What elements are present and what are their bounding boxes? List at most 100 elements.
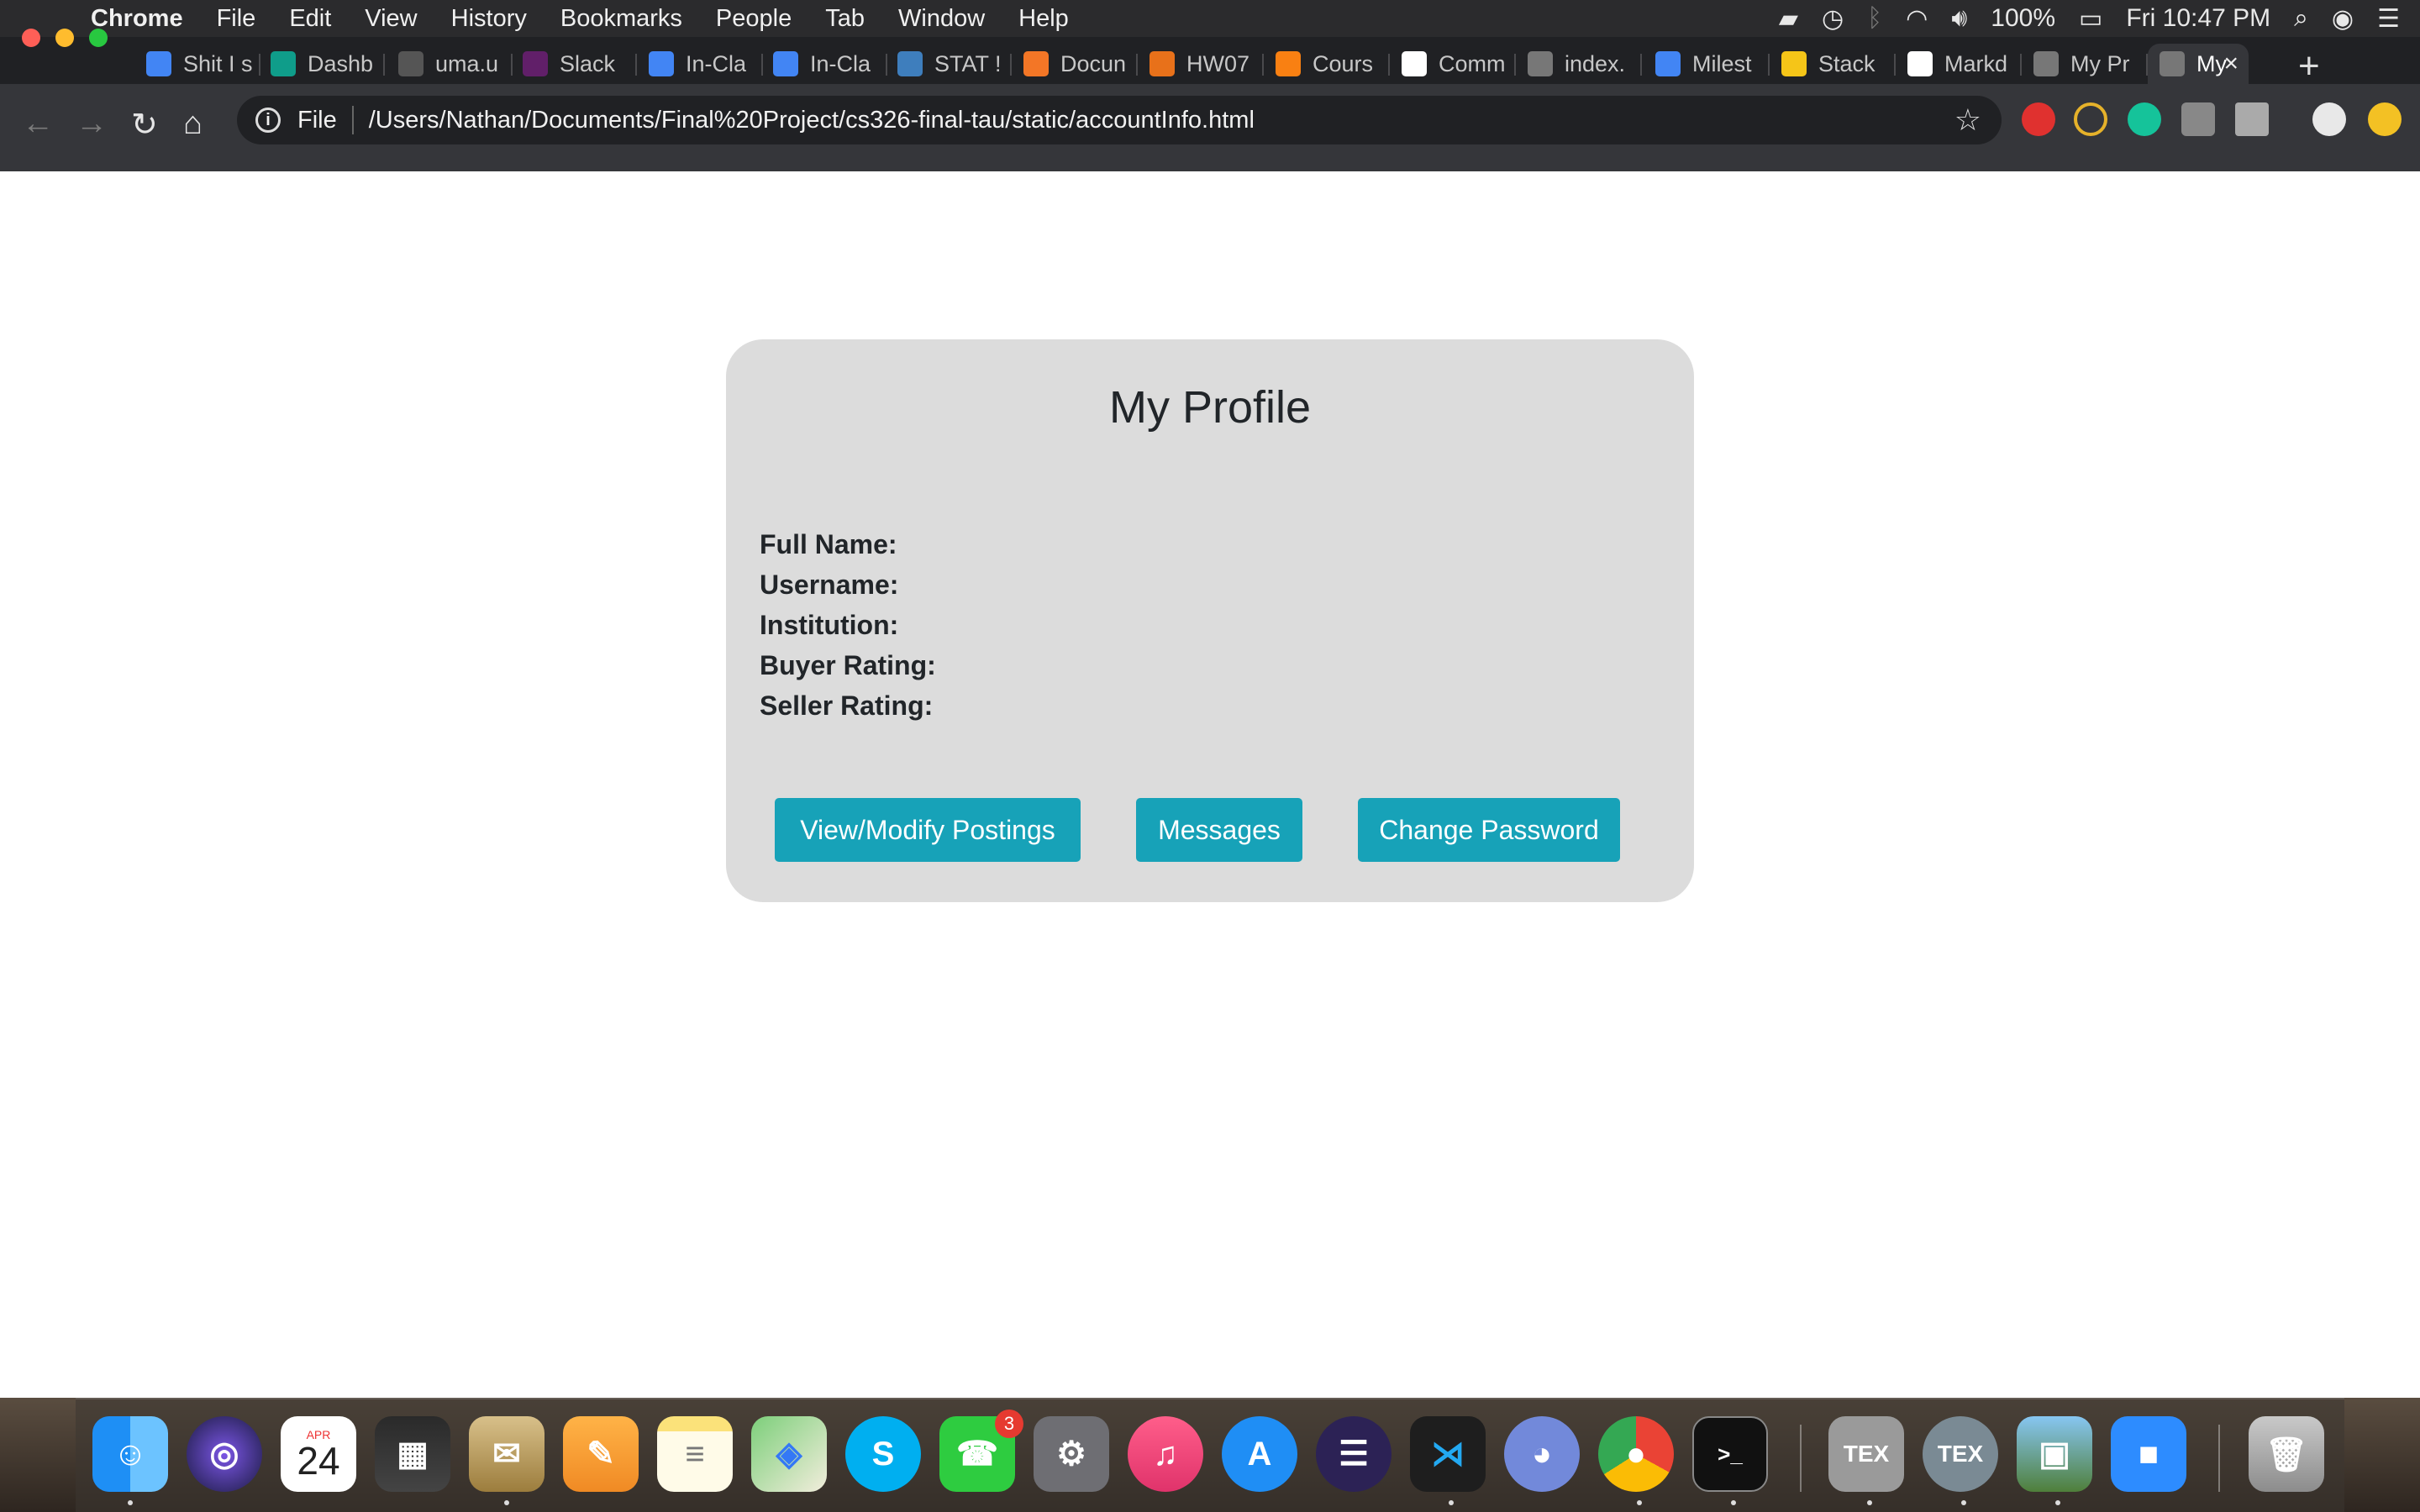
tab-label: Dashb bbox=[308, 50, 374, 76]
running-indicator bbox=[2055, 1500, 2060, 1505]
siri-icon[interactable]: ◉ bbox=[2332, 4, 2354, 34]
skype-icon[interactable]: S bbox=[845, 1416, 921, 1492]
browser-tab[interactable]: Shit I s bbox=[134, 44, 260, 84]
menu-edit[interactable]: Edit bbox=[289, 5, 331, 33]
menu-tab[interactable]: Tab bbox=[825, 5, 865, 33]
tab-separator bbox=[383, 54, 385, 76]
texmaker-icon[interactable]: TEX bbox=[1828, 1416, 1904, 1492]
browser-tab[interactable]: HW07 bbox=[1138, 44, 1264, 84]
pages-icon[interactable]: ✎ bbox=[563, 1416, 639, 1492]
messages-button[interactable]: Messages bbox=[1136, 798, 1302, 862]
zoom-icon[interactable]: ■ bbox=[2111, 1416, 2186, 1492]
itunes-icon[interactable]: ♫ bbox=[1128, 1416, 1203, 1492]
close-window-button[interactable] bbox=[22, 29, 40, 47]
menu-help[interactable]: Help bbox=[1018, 5, 1069, 33]
honey-extension-icon[interactable] bbox=[2074, 102, 2107, 136]
minimize-window-button[interactable] bbox=[55, 29, 74, 47]
browser-tab[interactable]: uma.u bbox=[387, 44, 513, 84]
globe-icon bbox=[1528, 51, 1553, 76]
finder-icon[interactable]: ☺ bbox=[92, 1416, 168, 1492]
close-tab-icon[interactable]: × bbox=[2223, 50, 2238, 78]
extension-icon[interactable] bbox=[2181, 102, 2215, 136]
browser-tab[interactable]: Comm bbox=[1390, 44, 1516, 84]
browser-tab[interactable]: index. bbox=[1516, 44, 1642, 84]
browser-tab[interactable]: My × bbox=[2148, 44, 2249, 84]
omnibox-divider bbox=[351, 106, 354, 134]
dock-separator bbox=[1800, 1425, 1802, 1492]
reader-extension-icon[interactable] bbox=[2235, 102, 2269, 136]
tex-shop-icon[interactable]: TEX bbox=[1923, 1416, 1998, 1492]
photo-app-icon[interactable]: ▦ bbox=[375, 1416, 450, 1492]
zoom-window-button[interactable] bbox=[89, 29, 108, 47]
app-store-icon[interactable]: A bbox=[1222, 1416, 1297, 1492]
browser-tab[interactable]: My Pr bbox=[2022, 44, 2148, 84]
time-machine-icon[interactable]: ◷ bbox=[1822, 4, 1844, 34]
browser-tab[interactable]: Markd bbox=[1896, 44, 2022, 84]
battery-icon[interactable]: ▭ bbox=[2079, 4, 2102, 34]
bookmark-star-icon[interactable]: ☆ bbox=[1954, 102, 1981, 138]
battery-percent[interactable]: 100% bbox=[1991, 4, 2055, 33]
running-indicator bbox=[1961, 1500, 1966, 1505]
volume-icon[interactable]: 🔊︎ bbox=[1951, 4, 1967, 33]
adblock-extension-icon[interactable] bbox=[2022, 102, 2055, 136]
terminal-icon[interactable]: >_ bbox=[1692, 1416, 1768, 1492]
new-tab-button[interactable]: + bbox=[2298, 45, 2320, 87]
vscode-icon[interactable]: ⋊ bbox=[1410, 1416, 1486, 1492]
eclipse-icon[interactable]: ☰ bbox=[1316, 1416, 1392, 1492]
spotlight-search-icon[interactable]: ⌕ bbox=[2294, 4, 2308, 33]
address-bar[interactable]: i File /Users/Nathan/Documents/Final%20P… bbox=[237, 96, 2002, 144]
profile-avatar-icon[interactable] bbox=[2312, 102, 2346, 136]
notes-icon[interactable]: ≡ bbox=[657, 1416, 733, 1492]
preview-icon[interactable]: ▣ bbox=[2017, 1416, 2092, 1492]
google-docs-icon bbox=[146, 51, 171, 76]
browser-tab[interactable]: STAT ! bbox=[886, 44, 1012, 84]
running-indicator bbox=[128, 1500, 133, 1505]
browser-tab[interactable]: In-Cla bbox=[637, 44, 763, 84]
system-preferences-icon[interactable]: ⚙ bbox=[1034, 1416, 1109, 1492]
trash-icon[interactable]: 🗑︎ bbox=[2249, 1416, 2324, 1492]
browser-tab[interactable]: Docun bbox=[1012, 44, 1138, 84]
grammarly-extension-icon[interactable] bbox=[2128, 102, 2161, 136]
browser-tab[interactable]: Slack bbox=[511, 44, 637, 84]
drive-status-icon[interactable]: ▰ bbox=[1779, 4, 1798, 34]
calendar-day: 24 bbox=[297, 1439, 340, 1483]
view-modify-postings-button[interactable]: View/Modify Postings bbox=[775, 798, 1081, 862]
tab-label: Shit I s bbox=[183, 50, 253, 76]
tab-label: Slack bbox=[560, 50, 616, 76]
site-info-icon[interactable]: i bbox=[255, 108, 281, 133]
mail-icon[interactable]: ✉ bbox=[469, 1416, 544, 1492]
discord-icon[interactable]: ◕ bbox=[1504, 1416, 1580, 1492]
browser-tab[interactable]: Cours bbox=[1264, 44, 1390, 84]
menu-people[interactable]: People bbox=[716, 5, 792, 33]
siri-icon[interactable]: ◎ bbox=[187, 1416, 262, 1492]
browser-tab[interactable]: Milest bbox=[1644, 44, 1770, 84]
browser-tab[interactable]: Stack bbox=[1770, 44, 1896, 84]
menu-view[interactable]: View bbox=[365, 5, 417, 33]
browser-tab[interactable]: Dashb bbox=[259, 44, 385, 84]
menu-file[interactable]: File bbox=[217, 5, 256, 33]
running-indicator bbox=[1449, 1500, 1454, 1505]
home-icon[interactable]: ⌂ bbox=[183, 106, 203, 142]
browser-tab[interactable]: In-Cla bbox=[761, 44, 887, 84]
calendar-icon[interactable]: APR 24 bbox=[281, 1416, 356, 1492]
menu-history[interactable]: History bbox=[451, 5, 527, 33]
menu-clock[interactable]: Fri 10:47 PM bbox=[2126, 4, 2270, 33]
tab-separator bbox=[1640, 54, 1642, 76]
update-extension-icon[interactable] bbox=[2368, 102, 2402, 136]
forward-arrow-icon[interactable]: → bbox=[76, 106, 108, 142]
stackedit-icon bbox=[1781, 51, 1807, 76]
url-text[interactable]: /Users/Nathan/Documents/Final%20Project/… bbox=[369, 107, 1255, 134]
menu-window[interactable]: Window bbox=[898, 5, 985, 33]
change-password-button[interactable]: Change Password bbox=[1358, 798, 1620, 862]
back-arrow-icon[interactable]: ← bbox=[22, 106, 54, 142]
bluetooth-icon[interactable]: ᛒ bbox=[1867, 4, 1882, 33]
macos-menu-bar: Chrome File Edit View History Bookmarks … bbox=[0, 0, 2420, 37]
chrome-icon[interactable]: ● bbox=[1598, 1416, 1674, 1492]
menu-bookmarks[interactable]: Bookmarks bbox=[560, 5, 682, 33]
wifi-icon[interactable]: ◠ bbox=[1906, 4, 1928, 34]
maps-icon[interactable]: ◈ bbox=[751, 1416, 827, 1492]
menu-app-chrome[interactable]: Chrome bbox=[91, 5, 183, 33]
reload-icon[interactable]: ↻ bbox=[131, 106, 158, 144]
notification-center-icon[interactable]: ☰ bbox=[2377, 4, 2400, 34]
github-icon bbox=[1907, 51, 1933, 76]
